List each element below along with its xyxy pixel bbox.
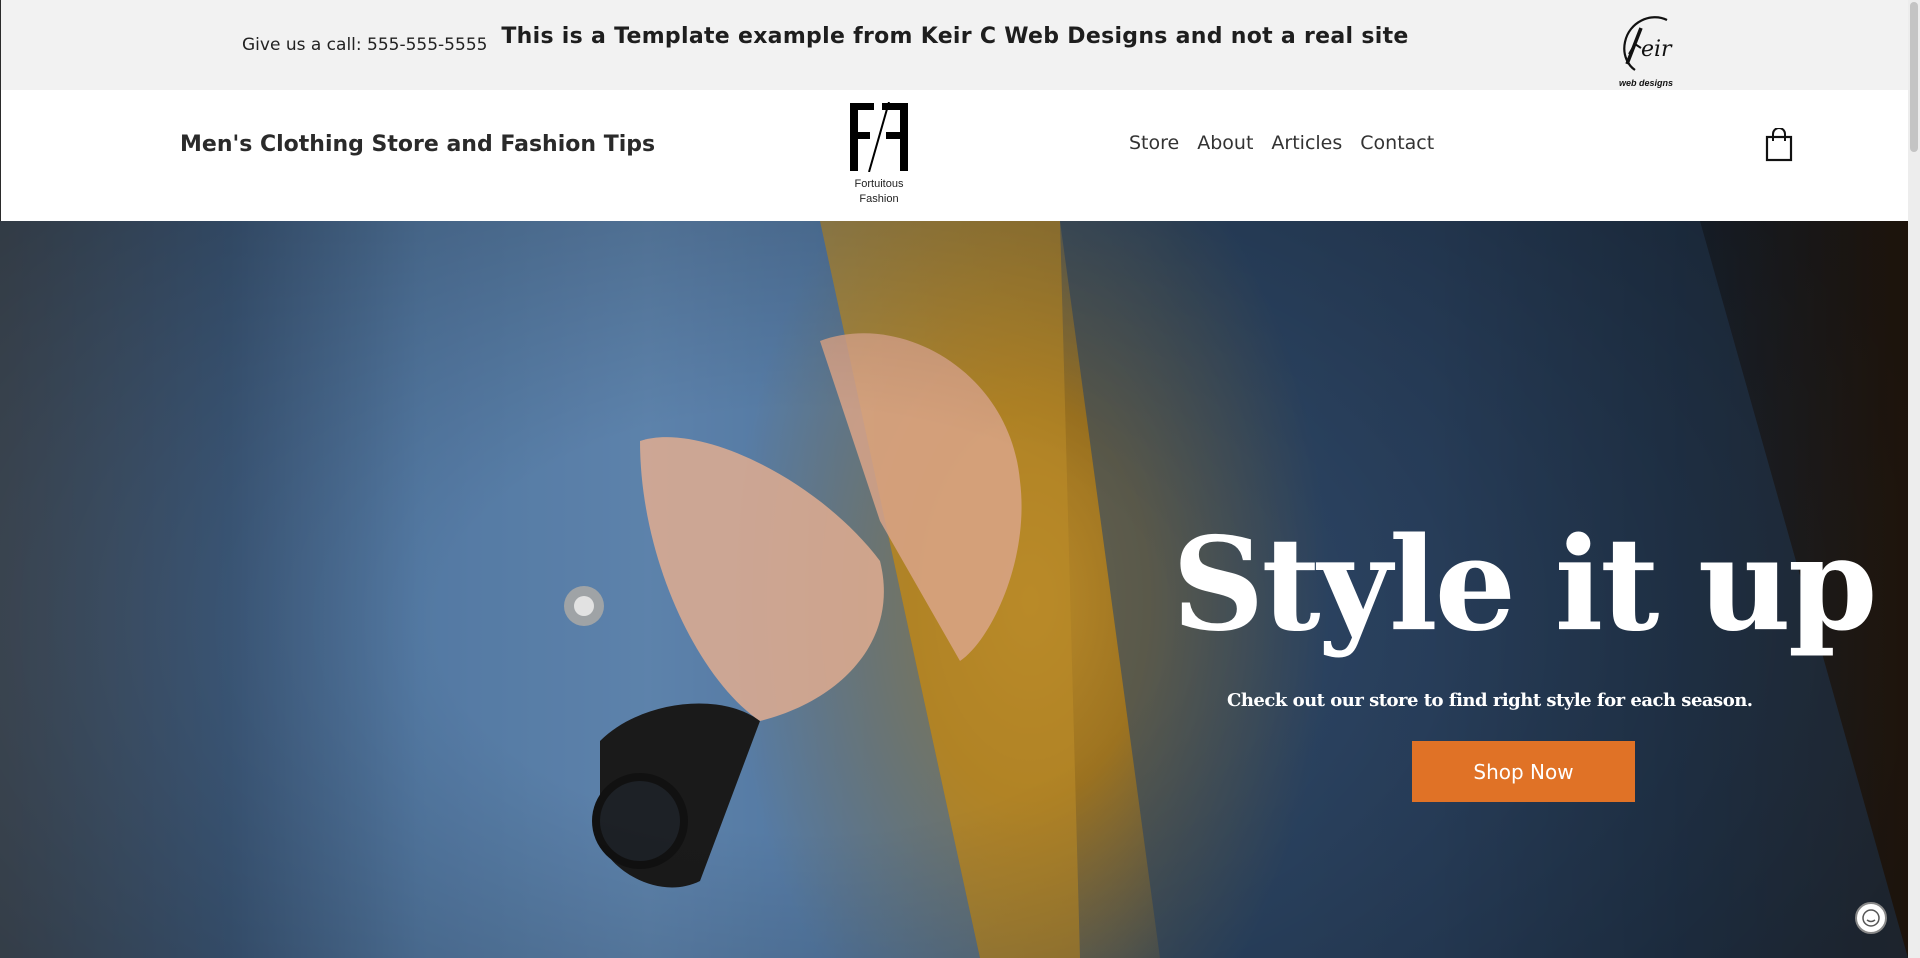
ff-logo-icon[interactable]: Fortuitous Fashion bbox=[843, 102, 915, 212]
nav-about[interactable]: About bbox=[1197, 132, 1253, 154]
keir-tagline: web designs bbox=[1618, 78, 1673, 88]
page-scrollbar[interactable] bbox=[1908, 0, 1920, 958]
brand-name-line2: Fashion bbox=[859, 193, 899, 205]
nav-contact[interactable]: Contact bbox=[1360, 132, 1434, 154]
keir-logo-icon[interactable]: eir web designs bbox=[1611, 14, 1681, 90]
nav-articles[interactable]: Articles bbox=[1271, 132, 1342, 154]
main-nav: Store About Articles Contact bbox=[1129, 132, 1434, 154]
shop-now-button[interactable]: Shop Now bbox=[1412, 741, 1635, 802]
hero-banner: Style it up Check out our store to find … bbox=[0, 221, 1908, 958]
site-title[interactable]: Men's Clothing Store and Fashion Tips bbox=[180, 132, 655, 157]
site-header: Men's Clothing Store and Fashion Tips Fo… bbox=[0, 90, 1908, 221]
hero-subtitle: Check out our store to find right style … bbox=[1227, 690, 1753, 711]
brand-name-line1: Fortuitous bbox=[854, 178, 904, 190]
hero-title: Style it up bbox=[1172, 510, 1877, 660]
top-announcement-bar: Give us a call: 555-555-5555 This is a T… bbox=[0, 0, 1908, 90]
shopping-bag-icon[interactable] bbox=[1765, 127, 1793, 162]
svg-text:eir: eir bbox=[1641, 37, 1673, 62]
nav-store[interactable]: Store bbox=[1129, 132, 1179, 154]
chat-icon[interactable] bbox=[1855, 902, 1887, 934]
scrollbar-thumb[interactable] bbox=[1910, 2, 1918, 152]
